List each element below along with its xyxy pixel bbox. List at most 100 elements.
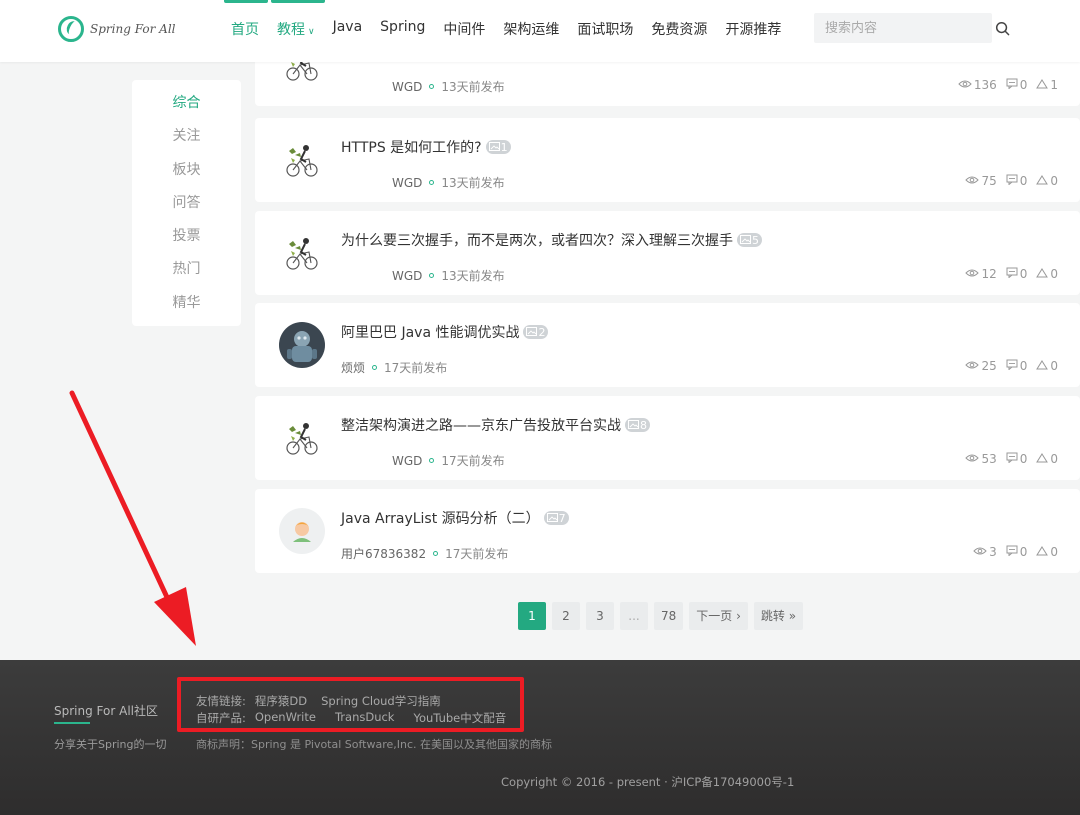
image-count: 5 (752, 233, 759, 247)
image-icon (628, 419, 640, 432)
next-page-button[interactable]: 下一页 › (689, 602, 748, 630)
views-stat: 12 (965, 267, 997, 281)
sidebar-item-boards[interactable]: 板块 (132, 160, 241, 193)
sidebar-item-qa[interactable]: 问答 (132, 193, 241, 226)
avatar[interactable] (279, 322, 325, 368)
page-button-3[interactable]: 3 (586, 602, 614, 630)
sidebar-item-vote[interactable]: 投票 (132, 226, 241, 259)
post-stats: 75 0 0 (956, 174, 1058, 188)
post-title-row[interactable]: 整洁架构演进之路——京东广告投放平台实战 8 (341, 415, 650, 435)
annotation-highlight-box (177, 677, 524, 732)
footer-brand[interactable]: Spring For All社区 (54, 702, 158, 719)
page-button-1[interactable]: 1 (518, 602, 546, 630)
post-card[interactable]: HTTPS 是如何工作的? 1 WGD 13天前发布 75 0 0 (255, 118, 1080, 202)
post-stats: 12 0 0 (956, 267, 1058, 281)
search-input[interactable] (814, 13, 995, 43)
nav-item-tutorials[interactable]: 教程 ∨ (277, 19, 315, 39)
sidebar-item-following[interactable]: 关注 (132, 126, 241, 159)
post-card[interactable]: 整洁架构演进之路——京东广告投放平台实战 8 WGD 17天前发布 53 0 0 (255, 396, 1080, 480)
top-header: Spring For All 首页 教程 ∨ Java Spring 中间件 架构… (0, 0, 1080, 62)
post-title[interactable]: Java ArrayList 源码分析（二） (341, 508, 540, 528)
image-count-badge: 8 (625, 418, 650, 432)
status-dot-icon (429, 273, 435, 278)
nav-item-middleware[interactable]: 中间件 (443, 19, 485, 39)
image-icon (526, 326, 538, 339)
views-stat: 25 (965, 359, 997, 373)
eye-icon (973, 545, 989, 559)
post-title[interactable]: 阿里巴巴 Java 性能调优实战 (341, 322, 519, 342)
avatar[interactable] (279, 415, 325, 461)
post-card[interactable]: Java ArrayList 源码分析（二） 7 用户67836382 17天前发布 3… (255, 489, 1080, 573)
views-count: 3 (989, 545, 997, 559)
comments-count: 0 (1019, 174, 1028, 188)
views-count: 75 (981, 174, 997, 188)
like-icon (1036, 452, 1050, 466)
nav-item-open-source[interactable]: 开源推荐 (725, 19, 781, 39)
category-sidebar: 综合 关注 板块 问答 投票 热门 精华 (132, 80, 241, 326)
image-icon (546, 512, 559, 525)
search-icon[interactable] (995, 13, 1010, 43)
sidebar-item-hot[interactable]: 热门 (132, 259, 241, 292)
post-author[interactable]: WGD (392, 454, 422, 468)
image-count-badge: 2 (523, 325, 549, 339)
comment-icon (1006, 78, 1020, 92)
comments-count: 0 (1019, 545, 1028, 559)
likes-stat: 0 (1036, 545, 1058, 559)
post-author[interactable]: WGD (392, 269, 422, 283)
post-time: 17天前发布 (384, 361, 448, 375)
nav-item-free-resources[interactable]: 免费资源 (651, 19, 707, 39)
post-title[interactable]: HTTPS 是如何工作的? (341, 137, 482, 157)
nav-item-interview-career[interactable]: 面试职场 (577, 19, 633, 39)
views-stat: 136 (958, 78, 997, 92)
status-dot-icon (372, 365, 378, 370)
avatar[interactable] (279, 137, 325, 183)
sidebar-item-featured[interactable]: 精华 (132, 293, 241, 326)
pagination: 1 2 3 ... 78 下一页 › 跳转 » (518, 602, 809, 630)
post-title[interactable]: 整洁架构演进之路——京东广告投放平台实战 (341, 415, 621, 435)
post-title[interactable]: 为什么要三次握手，而不是两次，或者四次？深入理解三次握手 (341, 230, 733, 250)
active-tab-indicators (224, 0, 325, 3)
comments-count: 0 (1019, 78, 1028, 92)
likes-count: 0 (1050, 359, 1058, 373)
post-stats: 3 0 0 (964, 545, 1058, 559)
avatar[interactable] (279, 508, 325, 554)
post-card[interactable]: 阿里巴巴 Java 性能调优实战 2 烦烦 17天前发布 25 0 0 (255, 303, 1080, 387)
nav-item-architecture-ops[interactable]: 架构运维 (503, 19, 559, 39)
nav-item-spring[interactable]: Spring (380, 19, 425, 39)
copyright-text: Copyright © 2016 - present · 沪ICP备170490… (501, 775, 795, 789)
views-count: 136 (973, 78, 997, 92)
page-button-2[interactable]: 2 (552, 602, 580, 630)
image-count: 1 (500, 140, 508, 154)
post-stats: 136 0 1 (949, 78, 1058, 92)
image-count: 2 (538, 325, 546, 339)
nav-item-home[interactable]: 首页 (231, 19, 259, 39)
post-title-row[interactable]: HTTPS 是如何工作的? 1 (341, 137, 511, 157)
page-button-last[interactable]: 78 (654, 602, 684, 630)
comment-icon (1006, 267, 1020, 281)
jump-page-button[interactable]: 跳转 » (753, 602, 804, 630)
image-icon (740, 234, 752, 247)
views-count: 53 (981, 452, 997, 466)
post-meta: WGD 13天前发布 (392, 78, 505, 95)
post-title-row[interactable]: Java ArrayList 源码分析（二） 7 (341, 508, 569, 528)
post-author[interactable]: 用户67836382 (341, 545, 426, 562)
post-author[interactable]: WGD (392, 80, 422, 94)
likes-stat: 0 (1036, 359, 1058, 373)
image-count: 7 (558, 511, 566, 525)
post-title-row[interactable]: 为什么要三次握手，而不是两次，或者四次？深入理解三次握手 5 (341, 230, 762, 250)
site-logo[interactable]: Spring For All (58, 16, 176, 42)
sidebar-item-comprehensive[interactable]: 综合 (132, 93, 241, 126)
image-count-badge: 1 (485, 140, 511, 154)
post-title-row[interactable]: 阿里巴巴 Java 性能调优实战 2 (341, 322, 549, 342)
views-stat: 53 (965, 452, 997, 466)
like-icon (1036, 267, 1050, 281)
post-author[interactable]: 烦烦 (341, 359, 365, 376)
likes-stat: 0 (1036, 452, 1058, 466)
post-card[interactable]: 为什么要三次握手，而不是两次，或者四次？深入理解三次握手 5 WGD 13天前发布 12… (255, 211, 1080, 295)
nav-item-java[interactable]: Java (333, 19, 363, 39)
comments-count: 0 (1019, 359, 1028, 373)
post-meta: WGD 17天前发布 (392, 452, 505, 469)
comments-stat: 0 (1006, 359, 1028, 373)
avatar[interactable] (279, 230, 325, 276)
post-author[interactable]: WGD (392, 176, 422, 190)
